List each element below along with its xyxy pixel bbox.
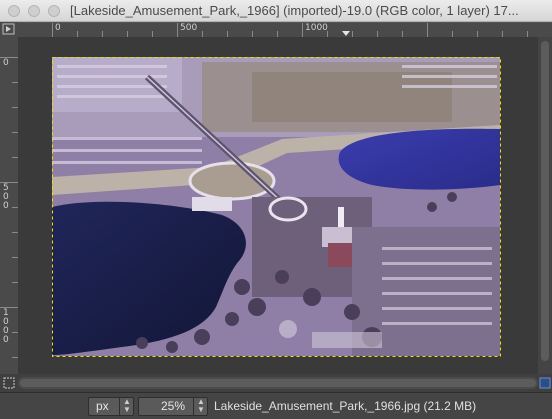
image-window: [Lakeside_Amusement_Park,_1966] (importe…: [0, 0, 552, 419]
file-info-label: Lakeside_Amusement_Park,_1966.jpg (21.2 …: [214, 399, 477, 413]
menu-triangle-icon: [2, 23, 15, 35]
quick-mask-toggle[interactable]: [0, 374, 18, 392]
horizontal-ruler[interactable]: 0 500 1000: [18, 22, 552, 38]
unit-spin-arrows[interactable]: ▲ ▼: [119, 398, 134, 415]
ruler-tick: [427, 23, 428, 37]
zoom-fit-button[interactable]: [4, 397, 44, 416]
ruler-tick: [177, 23, 178, 37]
unit-selector[interactable]: px ▲ ▼: [88, 397, 134, 416]
zoom-window-button[interactable]: [48, 5, 60, 17]
zoom-selector[interactable]: 25% ▲ ▼: [138, 397, 208, 416]
vertical-ruler[interactable]: 0 500 1000: [0, 37, 19, 374]
ruler-label-0: 0: [55, 23, 61, 33]
close-window-button[interactable]: [8, 5, 20, 17]
ruler-label-1000: 1000: [305, 23, 328, 33]
navigate-icon: [539, 377, 551, 389]
aerial-photo: [52, 57, 502, 357]
vertical-scroll-thumb[interactable]: [541, 41, 549, 361]
ruler-label-0: 0: [3, 58, 9, 68]
ruler-label-1000: 1000: [3, 308, 9, 345]
horizontal-scroll-thumb[interactable]: [20, 379, 536, 387]
minimize-window-button[interactable]: [28, 5, 40, 17]
zoom-fit-icon: [6, 397, 26, 415]
zoom-value: 25%: [160, 399, 185, 413]
unit-value: px: [96, 399, 109, 413]
horizontal-scrollbar[interactable]: [18, 377, 538, 389]
ruler-tick: [302, 23, 303, 37]
window-title: [Lakeside_Amusement_Park,_1966] (importe…: [70, 3, 519, 18]
status-bar: px ▲ ▼ 25% ▲ ▼ Lakeside_Amusement_Park,_19…: [0, 392, 552, 419]
vertical-scrollbar[interactable]: [538, 37, 552, 374]
zoom-spin-arrows[interactable]: ▲ ▼: [193, 398, 208, 415]
image-canvas[interactable]: [18, 37, 538, 374]
quick-mask-icon: [3, 377, 15, 389]
ruler-label-500: 500: [3, 183, 9, 211]
ruler-tick: [52, 23, 53, 37]
bottom-scroll-row: [0, 374, 552, 392]
navigate-button[interactable]: [538, 374, 552, 392]
title-bar: [Lakeside_Amusement_Park,_1966] (importe…: [0, 0, 552, 22]
image-menu-button[interactable]: [0, 22, 18, 37]
ruler-label-500: 500: [180, 23, 198, 33]
